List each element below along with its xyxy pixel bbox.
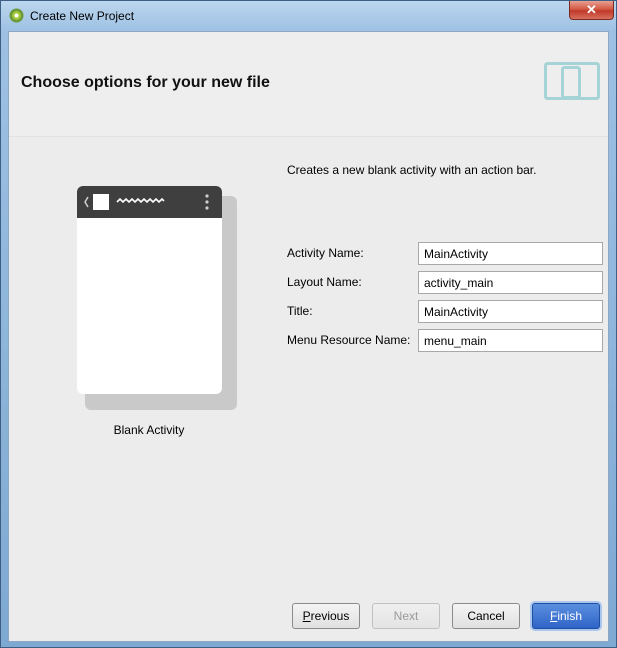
- template-description: Creates a new blank activity with an act…: [287, 163, 537, 177]
- app-logo-placeholder: [93, 194, 109, 210]
- android-studio-icon: [9, 8, 24, 23]
- overflow-menu-icon: [205, 194, 209, 198]
- activity-name-label: Activity Name:: [287, 246, 364, 260]
- title-squiggle-icon: [116, 197, 165, 204]
- title-field[interactable]: [418, 300, 603, 323]
- layout-name-label: Layout Name:: [287, 275, 362, 289]
- close-icon: ✕: [586, 2, 597, 17]
- back-chevron-icon: [84, 196, 89, 208]
- previous-button[interactable]: Previous: [292, 603, 360, 629]
- dialog-window: Create New Project ✕ Choose options for …: [0, 0, 617, 648]
- close-button[interactable]: ✕: [569, 1, 614, 20]
- header-divider: [9, 136, 608, 137]
- cancel-button[interactable]: Cancel: [452, 603, 520, 629]
- next-button[interactable]: Next: [372, 603, 440, 629]
- dialog-content: Choose options for your new file Blank A: [8, 31, 609, 642]
- page-title: Choose options for your new file: [21, 74, 270, 91]
- title-bar[interactable]: Create New Project ✕: [1, 1, 616, 31]
- header-panel: Choose options for your new file: [9, 32, 608, 136]
- template-preview[interactable]: [77, 186, 222, 394]
- layout-name-field[interactable]: [418, 271, 603, 294]
- finish-button[interactable]: Finish: [532, 603, 600, 629]
- title-label: Title:: [287, 304, 313, 318]
- template-name: Blank Activity: [113, 423, 185, 437]
- preview-action-bar: [77, 186, 222, 218]
- previous-button-label: revious: [310, 609, 350, 623]
- activity-name-field[interactable]: [418, 242, 603, 265]
- menu-resource-name-label: Menu Resource Name:: [287, 333, 411, 347]
- cancel-button-label: Cancel: [467, 609, 505, 623]
- previous-mnemonic: P: [302, 609, 311, 623]
- next-button-label: Next: [393, 609, 419, 623]
- finish-button-label: inish: [557, 609, 583, 623]
- menu-resource-name-field[interactable]: [418, 329, 603, 352]
- device-icon: [544, 62, 600, 100]
- window-title: Create New Project: [30, 9, 135, 23]
